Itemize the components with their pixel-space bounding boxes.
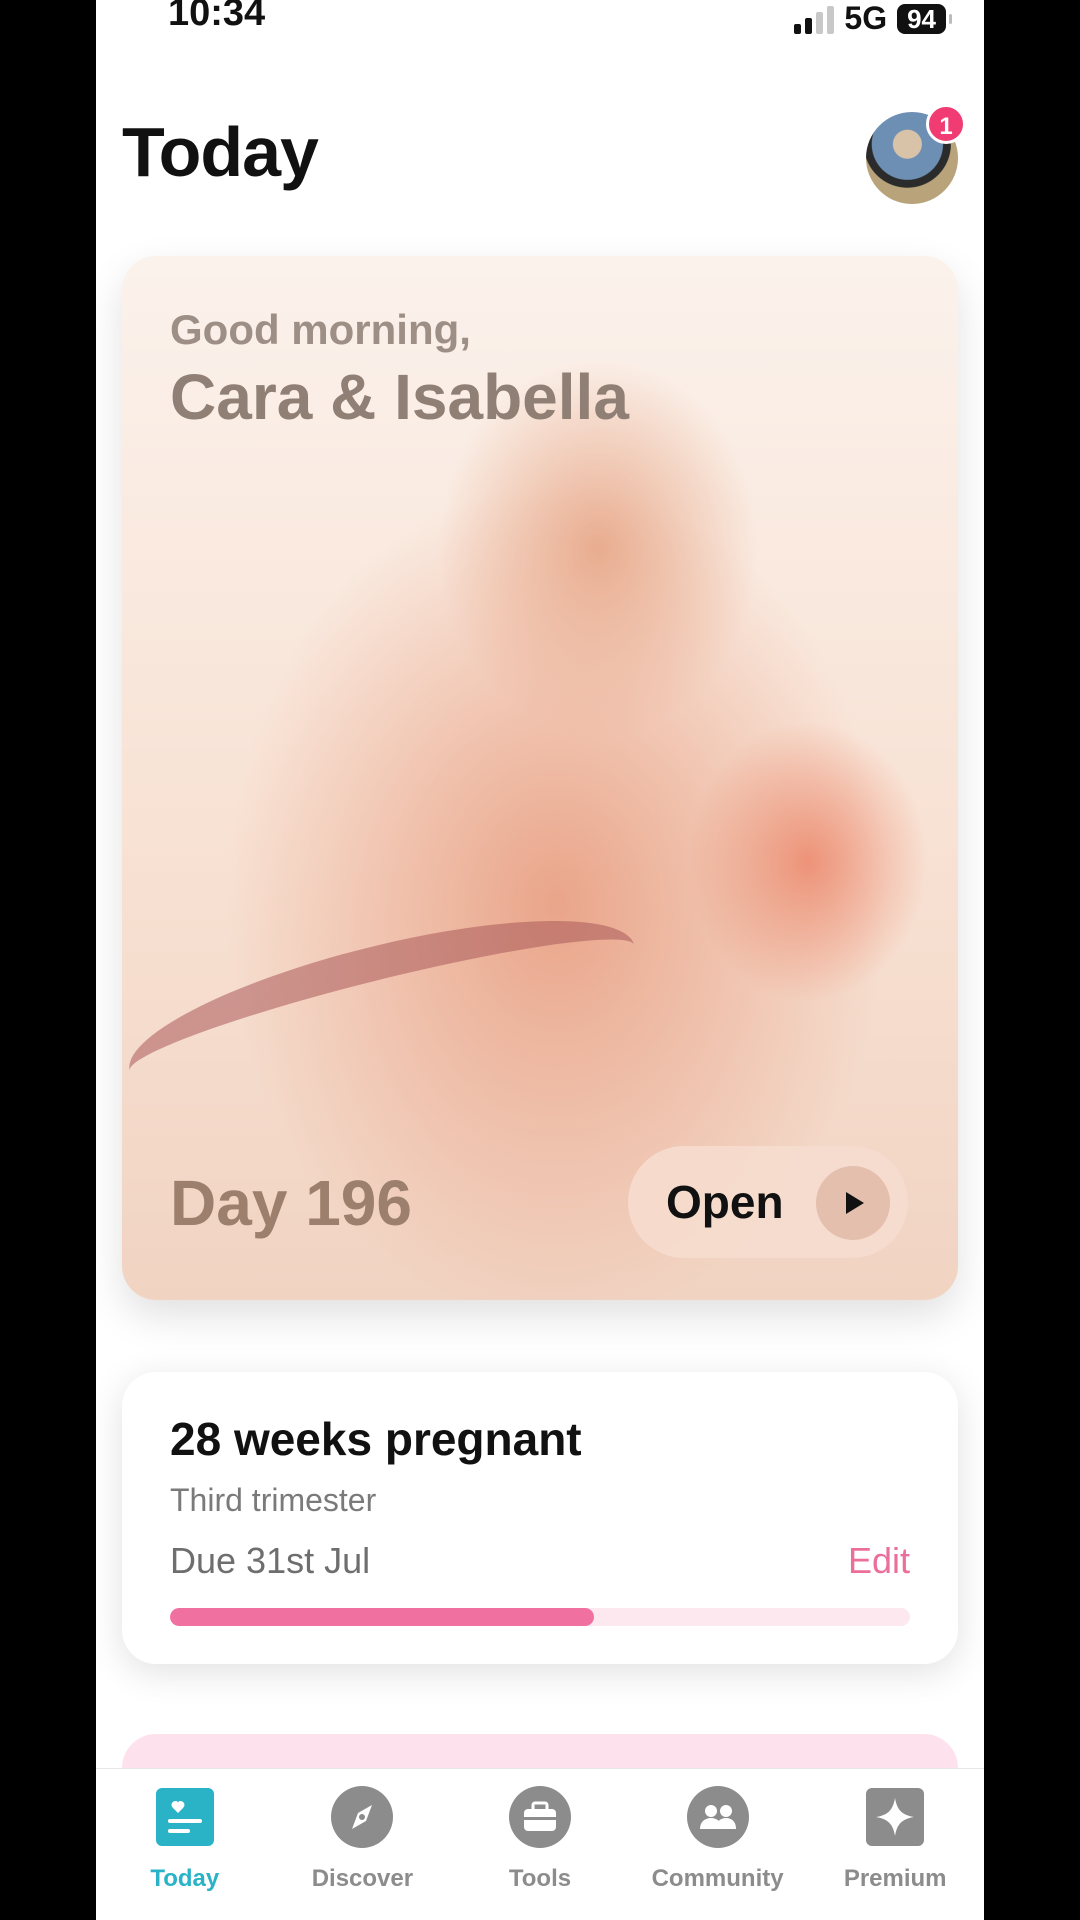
status-time: 10:34 bbox=[168, 0, 266, 34]
due-date: Due 31st Jul bbox=[170, 1540, 371, 1581]
tab-tools[interactable]: Tools bbox=[451, 1769, 629, 1920]
user-names: Cara & Isabella bbox=[170, 361, 629, 433]
pregnancy-progress-bar bbox=[170, 1608, 910, 1626]
baby-development-card[interactable]: Good morning, Cara & Isabella Day 196 Op… bbox=[122, 256, 958, 1300]
sparkle-icon bbox=[863, 1785, 927, 1849]
weeks-pregnant: 28 weeks pregnant bbox=[170, 1413, 582, 1465]
trimester-label: Third trimester bbox=[170, 1482, 377, 1518]
status-indicators: 5G 94 bbox=[794, 0, 952, 37]
tab-community[interactable]: Community bbox=[629, 1769, 807, 1920]
briefcase-icon bbox=[508, 1785, 572, 1849]
tab-label: Discover bbox=[311, 1865, 414, 1892]
pregnancy-day: Day 196 bbox=[170, 1167, 412, 1239]
page-title: Today bbox=[122, 113, 319, 191]
tab-premium[interactable]: Premium bbox=[806, 1769, 984, 1920]
signal-icon bbox=[794, 4, 835, 34]
open-button[interactable]: Open bbox=[628, 1146, 908, 1258]
battery-icon: 94 bbox=[897, 3, 952, 34]
network-type: 5G bbox=[844, 0, 888, 36]
open-button-label: Open bbox=[666, 1176, 784, 1228]
tab-discover[interactable]: Discover bbox=[274, 1769, 452, 1920]
tab-label: Community bbox=[651, 1865, 784, 1892]
compass-icon bbox=[330, 1785, 394, 1849]
tab-bar: Today Discover Tools Community Premium bbox=[96, 1768, 984, 1920]
pregnancy-progress-card[interactable]: 28 weeks pregnant Third trimester Due 31… bbox=[122, 1372, 958, 1664]
progress-fill bbox=[170, 1608, 595, 1626]
greeting-text: Good morning, bbox=[170, 306, 471, 353]
tab-today[interactable]: Today bbox=[96, 1769, 274, 1920]
play-icon bbox=[816, 1166, 890, 1240]
edit-due-date-button[interactable]: Edit bbox=[848, 1540, 910, 1582]
baby-illustration bbox=[122, 884, 650, 1132]
notification-badge: 1 bbox=[926, 104, 966, 144]
tab-label: Today bbox=[150, 1865, 220, 1892]
app-screen: 10:34 5G 94 Today 1 Good morning, Cara &… bbox=[96, 0, 984, 1920]
today-icon bbox=[153, 1785, 217, 1849]
tab-label: Premium bbox=[843, 1865, 947, 1892]
tab-label: Tools bbox=[508, 1865, 572, 1892]
people-icon bbox=[686, 1785, 750, 1849]
